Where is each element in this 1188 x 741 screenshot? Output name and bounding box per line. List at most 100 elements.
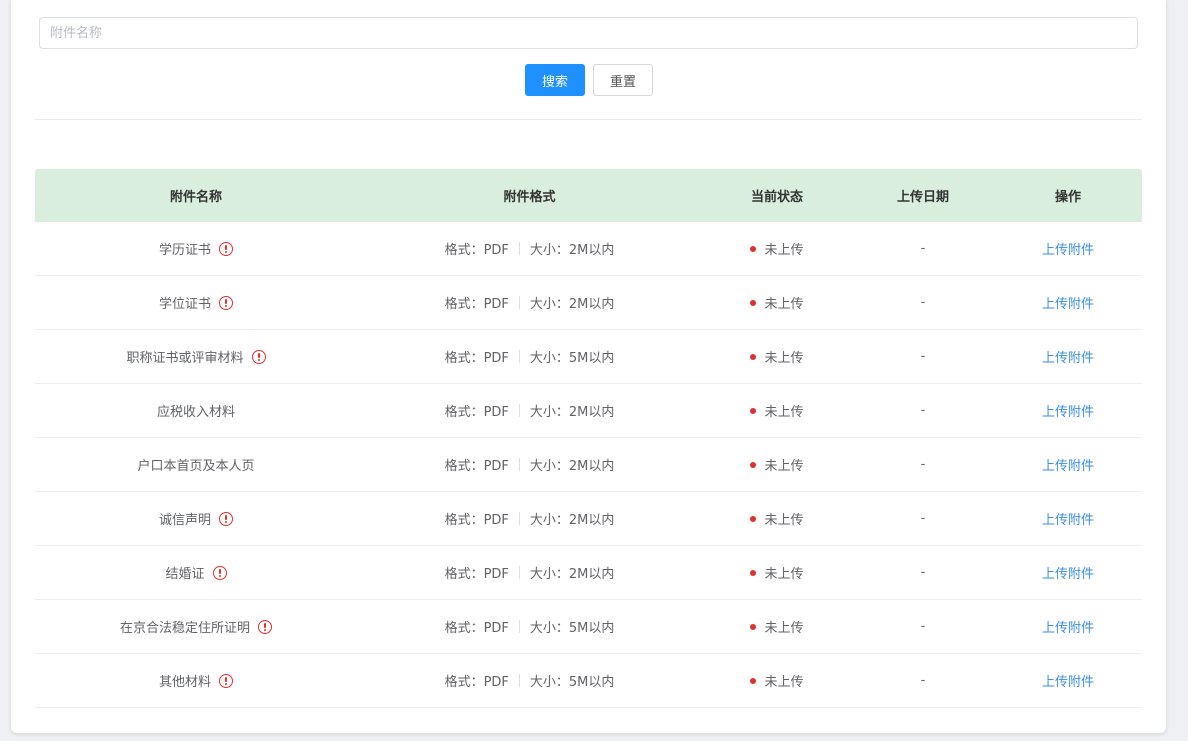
status-text: 未上传 [764, 675, 804, 690]
table-row: 结婚证 格式：PDF 大小：2M以内 未上传 - 上传附件 [35, 546, 1142, 600]
size-text: 大小：2M以内 [529, 405, 615, 420]
action-cell: 上传附件 [994, 563, 1142, 582]
upload-attachment-link[interactable]: 上传附件 [1042, 563, 1094, 582]
table-row: 在京合法稳定住所证明 格式：PDF 大小：5M以内 未上传 - 上传附件 [35, 600, 1142, 654]
format-text: 格式：PDF [444, 405, 509, 420]
format-text: 格式：PDF [444, 351, 509, 366]
status-text: 未上传 [764, 243, 804, 258]
upload-date-cell: - [852, 511, 994, 526]
upload-date: - [920, 295, 926, 310]
table-row: 职称证书或评审材料 格式：PDF 大小：5M以内 未上传 - 上传附件 [35, 330, 1142, 384]
status-dot-icon [750, 245, 757, 252]
status-cell: 未上传 [702, 671, 852, 690]
table-row: 应税收入材料 格式：PDF 大小：2M以内 未上传 - 上传附件 [35, 384, 1142, 438]
status-cell: 未上传 [702, 509, 852, 528]
upload-date: - [920, 511, 926, 526]
status-cell: 未上传 [702, 293, 852, 312]
exclamation-circle-icon [212, 565, 227, 580]
attachment-name-cell: 学位证书 [35, 293, 357, 312]
format-text: 格式：PDF [444, 567, 509, 582]
table-row: 诚信声明 格式：PDF 大小：2M以内 未上传 - 上传附件 [35, 492, 1142, 546]
header-upload-date: 上传日期 [896, 190, 949, 205]
action-cell: 上传附件 [994, 617, 1142, 636]
action-cell: 上传附件 [994, 455, 1142, 474]
action-cell: 上传附件 [994, 239, 1142, 258]
size-text: 大小：2M以内 [529, 567, 615, 582]
size-text: 大小：2M以内 [529, 297, 615, 312]
action-cell: 上传附件 [994, 293, 1142, 312]
separator [518, 512, 520, 525]
exclamation-circle-icon [219, 295, 233, 310]
attachment-name-cell: 结婚证 [35, 563, 357, 582]
upload-date: - [920, 565, 926, 580]
upload-attachment-link[interactable]: 上传附件 [1042, 239, 1094, 258]
upload-attachment-link[interactable]: 上传附件 [1042, 617, 1094, 636]
exclamation-circle-icon [251, 349, 266, 364]
format-text: 格式：PDF [444, 297, 509, 312]
upload-date-cell: - [852, 457, 994, 472]
upload-date-cell: - [852, 295, 994, 310]
upload-date: - [920, 457, 926, 472]
table-row: 其他材料 格式：PDF 大小：5M以内 未上传 - 上传附件 [35, 654, 1142, 708]
table-body: 学历证书 格式：PDF 大小：2M以内 未上传 - 上传附件 学位证书 格式：PDF 大小：2M… [35, 222, 1142, 708]
format-cell: 格式：PDF 大小：2M以内 [357, 455, 702, 474]
attachment-name: 学位证书 [158, 297, 211, 312]
header-format: 附件格式 [503, 190, 556, 205]
upload-date-cell: - [852, 403, 994, 418]
upload-date: - [920, 673, 926, 688]
format-cell: 格式：PDF 大小：2M以内 [357, 401, 702, 420]
search-button[interactable]: 搜索 [525, 64, 585, 96]
upload-attachment-link[interactable]: 上传附件 [1042, 401, 1094, 420]
status-cell: 未上传 [702, 347, 852, 366]
upload-attachment-link[interactable]: 上传附件 [1042, 293, 1094, 312]
header-actions: 操作 [1054, 190, 1081, 205]
separator [518, 350, 520, 363]
attachment-name-cell: 诚信声明 [35, 509, 357, 528]
status-cell: 未上传 [702, 617, 852, 636]
format-cell: 格式：PDF 大小：2M以内 [357, 563, 702, 582]
format-text: 格式：PDF [444, 243, 509, 258]
status-text: 未上传 [764, 351, 804, 366]
status-dot-icon [750, 677, 757, 684]
attachment-name: 结婚证 [165, 567, 205, 582]
attachment-name-cell: 职称证书或评审材料 [35, 347, 357, 366]
size-text: 大小：2M以内 [529, 459, 615, 474]
table-row: 户口本首页及本人页 格式：PDF 大小：2M以内 未上传 - 上传附件 [35, 438, 1142, 492]
upload-date-cell: - [852, 241, 994, 256]
status-cell: 未上传 [702, 401, 852, 420]
size-text: 大小：2M以内 [529, 243, 615, 258]
format-cell: 格式：PDF 大小：2M以内 [357, 239, 702, 258]
separator [518, 404, 520, 417]
exclamation-circle-icon [219, 673, 233, 688]
size-text: 大小：5M以内 [529, 621, 615, 636]
separator [518, 620, 520, 633]
status-cell: 未上传 [702, 239, 852, 258]
status-text: 未上传 [764, 513, 804, 528]
size-text: 大小：5M以内 [529, 351, 615, 366]
exclamation-circle-icon [258, 619, 272, 634]
table-row: 学位证书 格式：PDF 大小：2M以内 未上传 - 上传附件 [35, 276, 1142, 330]
attachment-name: 其他材料 [158, 675, 211, 690]
upload-date: - [920, 349, 926, 364]
upload-date-cell: - [852, 349, 994, 364]
main-card: 搜索 重置 附件名称 附件格式 当前状态 上传日期 操作 学历证书格式：PDF大… [11, 0, 1166, 733]
upload-attachment-link[interactable]: 上传附件 [1042, 347, 1094, 366]
status-cell: 未上传 [702, 563, 852, 582]
format-cell: 格式：PDF 大小：5M以内 [357, 671, 702, 690]
upload-date: - [920, 403, 926, 418]
exclamation-circle-icon [219, 511, 233, 526]
action-cell: 上传附件 [994, 509, 1142, 528]
exclamation-circle-icon [219, 241, 233, 256]
upload-date: - [920, 619, 926, 634]
format-cell: 格式：PDF 大小：2M以内 [357, 509, 702, 528]
status-cell: 未上传 [702, 455, 852, 474]
attachment-name-search-input[interactable] [39, 17, 1138, 49]
status-text: 未上传 [764, 297, 804, 312]
separator [518, 566, 520, 579]
upload-attachment-link[interactable]: 上传附件 [1042, 509, 1094, 528]
reset-button[interactable]: 重置 [593, 64, 653, 96]
upload-attachment-link[interactable]: 上传附件 [1042, 455, 1094, 474]
status-dot-icon [750, 353, 757, 360]
attachment-name-cell: 学历证书 [35, 239, 357, 258]
upload-attachment-link[interactable]: 上传附件 [1042, 671, 1094, 690]
